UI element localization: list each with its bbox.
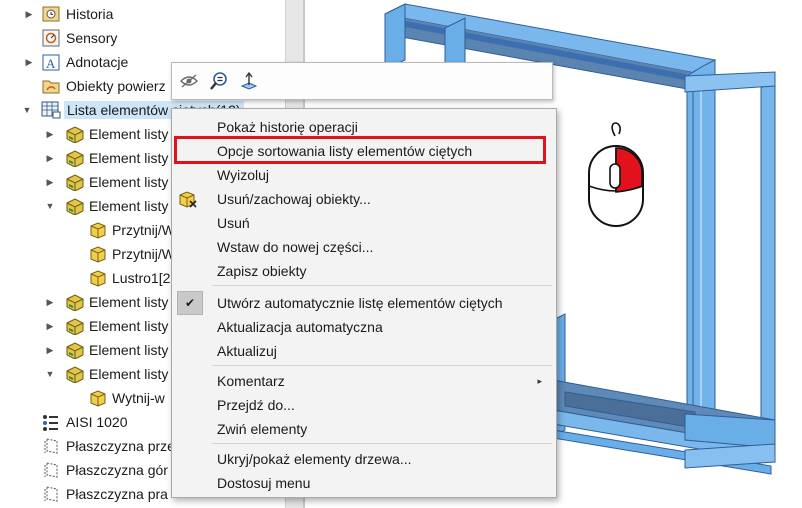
menu-item-go-to[interactable]: Przejdź do... [172, 393, 556, 417]
right-mouse-button-icon [588, 122, 644, 227]
expand-arrow-icon[interactable]: ▶ [43, 338, 57, 362]
weldment-item-icon [65, 317, 84, 336]
tree-item-label: Płaszczyzna prze [66, 438, 175, 454]
checkmark-icon: ✔ [177, 291, 203, 315]
tree-item-label: Element listy [89, 318, 169, 334]
normal-to-icon[interactable] [237, 69, 261, 93]
menu-separator [212, 285, 552, 286]
tree-item-label: Element listy [89, 126, 169, 142]
plane-icon [42, 437, 60, 455]
menu-item-auto-create-cut-list[interactable]: ✔ Utwórz automatycznie listę elementów c… [172, 291, 556, 315]
history-folder-icon [42, 5, 60, 23]
menu-separator [212, 443, 552, 444]
weldment-item-icon [65, 365, 84, 384]
collapse-arrow-icon[interactable]: ▼ [43, 194, 57, 218]
tree-item-historia[interactable]: ▶ Historia [0, 2, 285, 26]
tree-item-label: AISI 1020 [66, 414, 128, 430]
tree-item-label: Element listy [89, 366, 169, 382]
collapse-arrow-icon[interactable]: ▼ [20, 98, 34, 122]
sensor-icon [42, 29, 60, 47]
tree-item-sensory[interactable]: Sensory [0, 26, 285, 50]
tree-item-label: Przytnij/W [112, 246, 175, 262]
expand-arrow-icon[interactable]: ▶ [43, 314, 57, 338]
tree-item-label: Płaszczyzna pra [66, 486, 168, 502]
material-icon [41, 413, 59, 431]
context-toolbar [171, 62, 553, 100]
tree-item-label: Historia [66, 6, 114, 22]
expand-arrow-icon[interactable]: ▶ [43, 290, 57, 314]
expand-arrow-icon[interactable]: ▶ [43, 122, 57, 146]
tree-item-label: Płaszczyzna gór [66, 462, 168, 478]
menu-item-isolate[interactable]: Wyizoluj [172, 163, 556, 187]
plane-icon [42, 461, 60, 479]
surface-bodies-folder-icon [42, 77, 60, 95]
menu-item-delete-keep-bodies[interactable]: Usuń/zachowaj obiekty... [172, 187, 556, 211]
weldment-item-icon [65, 125, 84, 144]
expand-arrow-icon[interactable]: ▶ [22, 50, 36, 74]
menu-item-insert-new-part[interactable]: Wstaw do nowej części... [172, 235, 556, 259]
zoom-to-selection-icon[interactable] [207, 69, 231, 93]
solid-body-icon [89, 389, 107, 407]
tree-item-label: Sensory [66, 30, 118, 46]
tree-item-label: Lustro1[2 [112, 270, 171, 286]
weldment-item-icon [65, 173, 84, 192]
menu-item-auto-update[interactable]: Aktualizacja automatyczna [172, 315, 556, 339]
tree-item-label: Przytnij/W [112, 222, 175, 238]
menu-item-update[interactable]: Aktualizuj [172, 339, 556, 363]
menu-separator [212, 365, 552, 366]
context-menu: Pokaż historię operacji Opcje sortowania… [171, 108, 557, 498]
svg-text:A: A [46, 56, 56, 71]
menu-item-comment[interactable]: Komentarz ▸ [172, 369, 556, 393]
solid-body-icon [89, 269, 107, 287]
expand-arrow-icon[interactable]: ▶ [43, 170, 57, 194]
tree-item-label: Adnotacje [66, 54, 129, 70]
cut-list-icon [41, 101, 61, 119]
solid-body-icon [89, 245, 107, 263]
annotation-icon: A [42, 53, 60, 71]
tree-item-label: Element listy [89, 150, 169, 166]
tree-item-label: Obiekty powierz [66, 78, 166, 94]
tree-item-label: Element listy [89, 174, 169, 190]
tree-item-label: Element listy [89, 294, 169, 310]
weldment-item-icon [65, 341, 84, 360]
collapse-arrow-icon[interactable]: ▼ [43, 362, 57, 386]
delete-body-icon [178, 190, 198, 211]
tree-item-label: Element listy [89, 342, 169, 358]
menu-item-collapse-items[interactable]: Zwiń elementy [172, 417, 556, 441]
weldment-item-icon [65, 293, 84, 312]
expand-arrow-icon[interactable]: ▶ [22, 2, 36, 26]
tree-item-label: Element listy [89, 198, 169, 214]
weldment-item-icon [65, 197, 84, 216]
menu-item-delete[interactable]: Usuń [172, 211, 556, 235]
menu-item-hide-show-tree-items[interactable]: Ukryj/pokaż elementy drzewa... [172, 447, 556, 471]
hide-icon[interactable] [177, 69, 201, 93]
menu-item-customize-menu[interactable]: Dostosuj menu [172, 471, 556, 495]
weldment-item-icon [65, 149, 84, 168]
solid-body-icon [89, 221, 107, 239]
submenu-arrow-icon: ▸ [537, 376, 542, 386]
highlight-annotation-box [174, 136, 546, 164]
menu-item-save-bodies[interactable]: Zapisz obiekty [172, 259, 556, 283]
plane-icon [42, 485, 60, 503]
tree-item-label: Wytnij-w [112, 390, 165, 406]
expand-arrow-icon[interactable]: ▶ [43, 146, 57, 170]
